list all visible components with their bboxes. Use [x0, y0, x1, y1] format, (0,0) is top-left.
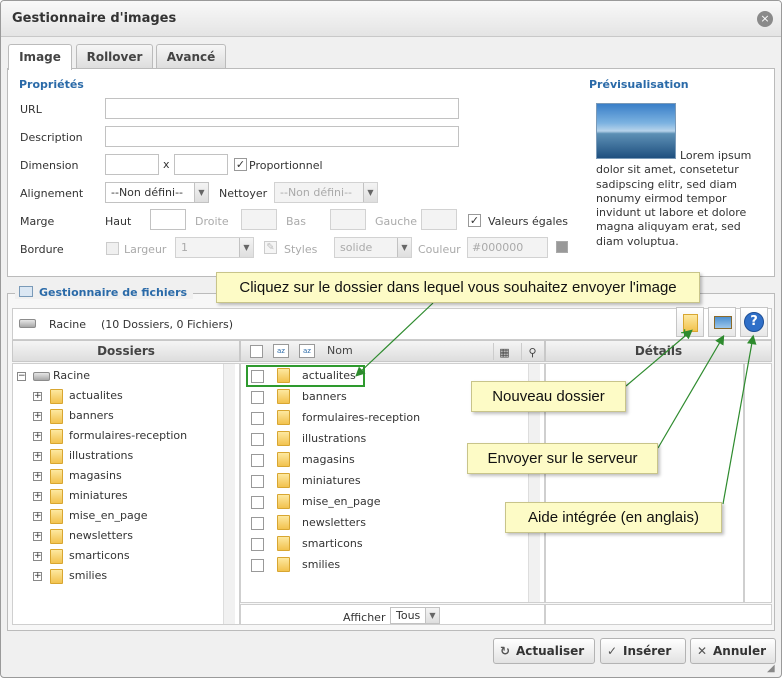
- image-manager-dialog: Gestionnaire d'images × Image Rollover A…: [0, 0, 782, 678]
- callout-arrows: [355, 302, 757, 505]
- arrow-to-help: [722, 334, 757, 505]
- tooltip-click-folder: Cliquez sur le dossier dans lequel vous …: [216, 272, 700, 303]
- arrow-to-upload: [657, 334, 725, 449]
- tooltip-help: Aide intégrée (en anglais): [505, 502, 722, 533]
- arrow-to-new-folder: [625, 329, 693, 387]
- tooltip-new-folder: Nouveau dossier: [471, 381, 626, 412]
- tooltip-upload: Envoyer sur le serveur: [467, 443, 658, 474]
- arrow-to-folder: [355, 302, 434, 377]
